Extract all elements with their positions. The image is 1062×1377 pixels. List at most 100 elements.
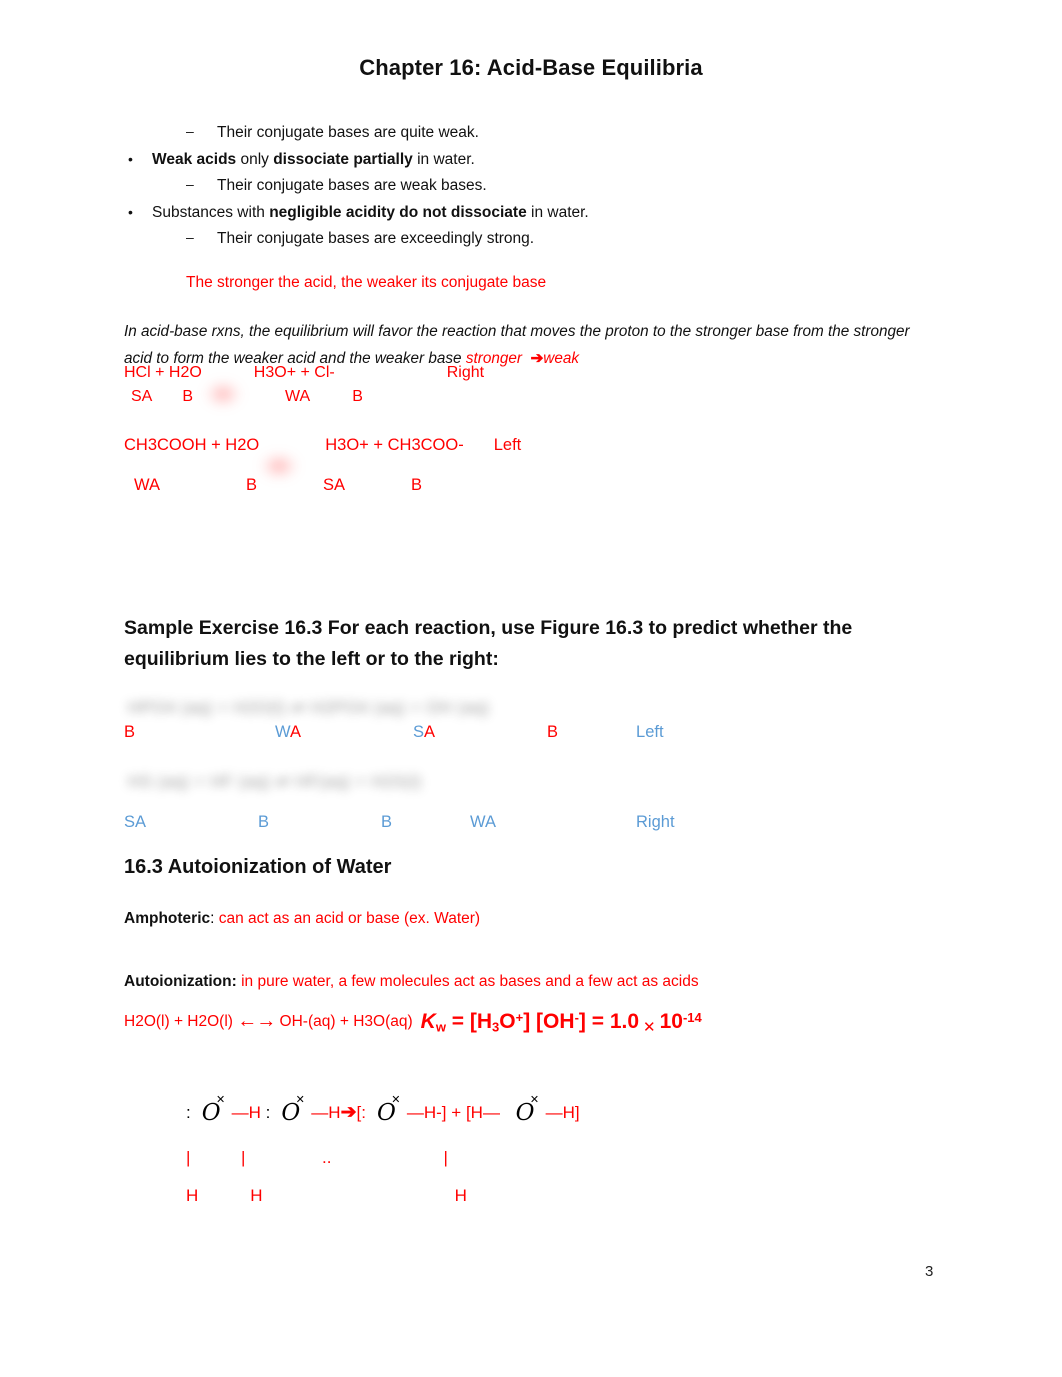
exercise-row-1-labels: B WA SA B Left (124, 723, 664, 742)
lewis-structure-row-3: HHH (186, 1186, 467, 1206)
kw-oh-bracket: ] [OH (523, 1010, 575, 1033)
right-arrow-icon: ➔ (530, 350, 544, 367)
lewis-structure-row-2: | |.. | (186, 1148, 448, 1168)
reaction-acetic-equation: CH3COOH + H2O H3O+ + CH3COO- Left (124, 436, 521, 455)
reaction-hcl-answer: Right (446, 364, 485, 381)
label-wa: WA (470, 813, 497, 831)
hydrogen-atom-3: H (454, 1186, 467, 1205)
reaction-hcl-right: H3O+ + Cl- (253, 364, 335, 381)
kw-value: ] = 1.0 (578, 1010, 640, 1033)
label-b1: B (124, 723, 136, 741)
bond-line-3: | (443, 1148, 448, 1167)
lone-pair-colon-2: : (265, 1103, 271, 1122)
kw-o-letter: O (499, 1010, 516, 1033)
list-item: • Weak acids only dissociate partially i… (124, 147, 944, 174)
bullet-list: – Their conjugate bases are quite weak. … (124, 120, 944, 253)
bond-h-3: —H-] (406, 1103, 447, 1122)
list-item: – Their conjugate bases are quite weak. (124, 120, 944, 147)
list-item: – Their conjugate bases are exceedingly … (124, 226, 944, 253)
sample-exercise-line-2: equilibrium lies to the left or to the r… (124, 648, 499, 670)
list-item-mid: only (236, 150, 274, 168)
lone-pair-dots: .. (322, 1148, 332, 1167)
italic-line-1: In acid-base rxns, the equilibrium will … (124, 323, 789, 340)
bracket-open-1: [: (356, 1103, 366, 1122)
list-item-tail: in water. (412, 150, 475, 168)
bond-h-1: —H (231, 1103, 261, 1122)
oxygen-atom-icon: O (200, 1093, 225, 1126)
plus-sign: + (451, 1103, 462, 1122)
label-b1: B (182, 388, 194, 405)
hydrogen-atom-2: H (250, 1186, 263, 1205)
blurred-reaction-equation-2: HS (aq) + HF (aq) ⇌ HF(aq) + H2S(l) (128, 772, 422, 791)
list-item-label: Their conjugate bases are weak bases. (217, 177, 487, 194)
amphoteric-separator: : (210, 910, 219, 927)
lone-pair-colon-1: : (186, 1103, 191, 1122)
exercise-row-1-answer: Left (636, 723, 664, 741)
lewis-structure-row-1: : O —H : O —H➔[: O —H-] + [H— O —H] (186, 1093, 580, 1126)
kw-reaction-left: H2O(l) + H2O(l) (124, 1013, 238, 1030)
exercise-row-2-labels: SA B B WA Right (124, 813, 675, 832)
label-sa: SA (124, 813, 147, 831)
label-b2: B (547, 723, 559, 741)
dash-bullet-icon: – (186, 123, 194, 139)
reaction-hcl-labels: SA B WA B (131, 388, 363, 406)
reaction-arrow-icon: ➔ (340, 1102, 357, 1123)
label-s: S (413, 723, 425, 741)
bond-h-4: —H] (545, 1103, 580, 1122)
dash-bullet-icon: – (186, 229, 194, 245)
reaction-acetic-left: CH3COOH + H2O (124, 436, 260, 454)
list-item-bold-a: negligible acidity do not dissociate (269, 203, 527, 221)
list-item: • Substances with negligible acidity do … (124, 200, 944, 227)
kw-subscript-w: w (435, 1019, 446, 1035)
kw-equation-line: H2O(l) + H2O(l) ←→ OH-(aq) + H3O(aq) Kw =… (124, 1010, 702, 1036)
label-w: W (275, 723, 290, 741)
dot-bullet-icon: • (128, 150, 133, 167)
bond-line-2: | (241, 1148, 246, 1167)
kw-equals-bracket: = [H (445, 1010, 493, 1033)
label-sa: SA (322, 476, 345, 494)
reaction-acetic-labels: WA B SA B (134, 476, 422, 495)
reaction-acetic-right: H3O+ + CH3COO- (325, 436, 464, 454)
list-item-bold-b: dissociate partially (273, 150, 413, 168)
kw-k-symbol: K (420, 1010, 436, 1033)
hydrogen-atom-1: H (186, 1186, 199, 1205)
dot-bullet-icon: • (128, 203, 133, 220)
kw-reaction-right: OH-(aq) + H3O(aq) (275, 1013, 413, 1030)
exercise-row-2-answer: Right (636, 813, 675, 831)
bond-line-1: | (186, 1148, 191, 1167)
bond-h-2: —H (311, 1103, 341, 1122)
amphoteric-definition: Amphoteric: can act as an acid or base (… (124, 910, 480, 928)
reaction-hcl-equation: HCl + H2O H3O+ + Cl- Right (124, 364, 484, 382)
oxygen-atom-icon: O (375, 1093, 400, 1126)
label-b2: B (381, 813, 393, 831)
label-wa: WA (285, 388, 311, 405)
list-item-label: Their conjugate bases are exceedingly st… (217, 230, 535, 247)
label-a2: A (424, 723, 436, 741)
amphoteric-description: can act as an acid or base (ex. Water) (218, 910, 481, 927)
red-callout-note: The stronger the acid, the weaker its co… (186, 274, 547, 291)
reaction-acetic-answer: Left (493, 436, 522, 454)
oxygen-atom-icon: O (514, 1093, 539, 1126)
reaction-hcl-left: HCl + H2O (124, 364, 202, 381)
double-arrow-icon: ←→ (237, 1010, 276, 1032)
kw-exponent: -14 (682, 1010, 702, 1026)
list-item-tail: in water. (526, 203, 589, 221)
blurred-reaction-equation-1: HPO4 (aq) + H2O(l) ⇌ H2PO4 (aq) + OH (aq… (128, 698, 490, 717)
autoionization-description: in pure water, a few molecules act as ba… (236, 973, 699, 990)
label-b2: B (411, 476, 423, 494)
bracket-open-2: [H— (465, 1103, 500, 1122)
label-b2: B (352, 388, 363, 405)
amphoteric-term: Amphoteric (124, 910, 211, 927)
label-b1: B (245, 476, 257, 494)
list-item-bold-a: Weak acids (152, 150, 237, 168)
kw-expression: Kw = [H3O+] [OH-] = 1.0 ✕ 10-14 (420, 1010, 702, 1036)
oxygen-atom-icon: O (280, 1093, 304, 1126)
dash-bullet-icon: – (186, 176, 194, 192)
autoionization-term: Autoionization: (124, 973, 237, 990)
italic-weak-word: weak (543, 350, 579, 367)
section-heading-16-3: 16.3 Autoionization of Water (124, 856, 392, 878)
multiply-icon: ✕ (643, 1019, 656, 1036)
list-item-label: Their conjugate bases are quite weak. (217, 124, 479, 141)
sample-exercise-line-1: Sample Exercise 16.3 For each reaction, … (124, 617, 853, 639)
kw-ten: 10 (659, 1010, 683, 1033)
